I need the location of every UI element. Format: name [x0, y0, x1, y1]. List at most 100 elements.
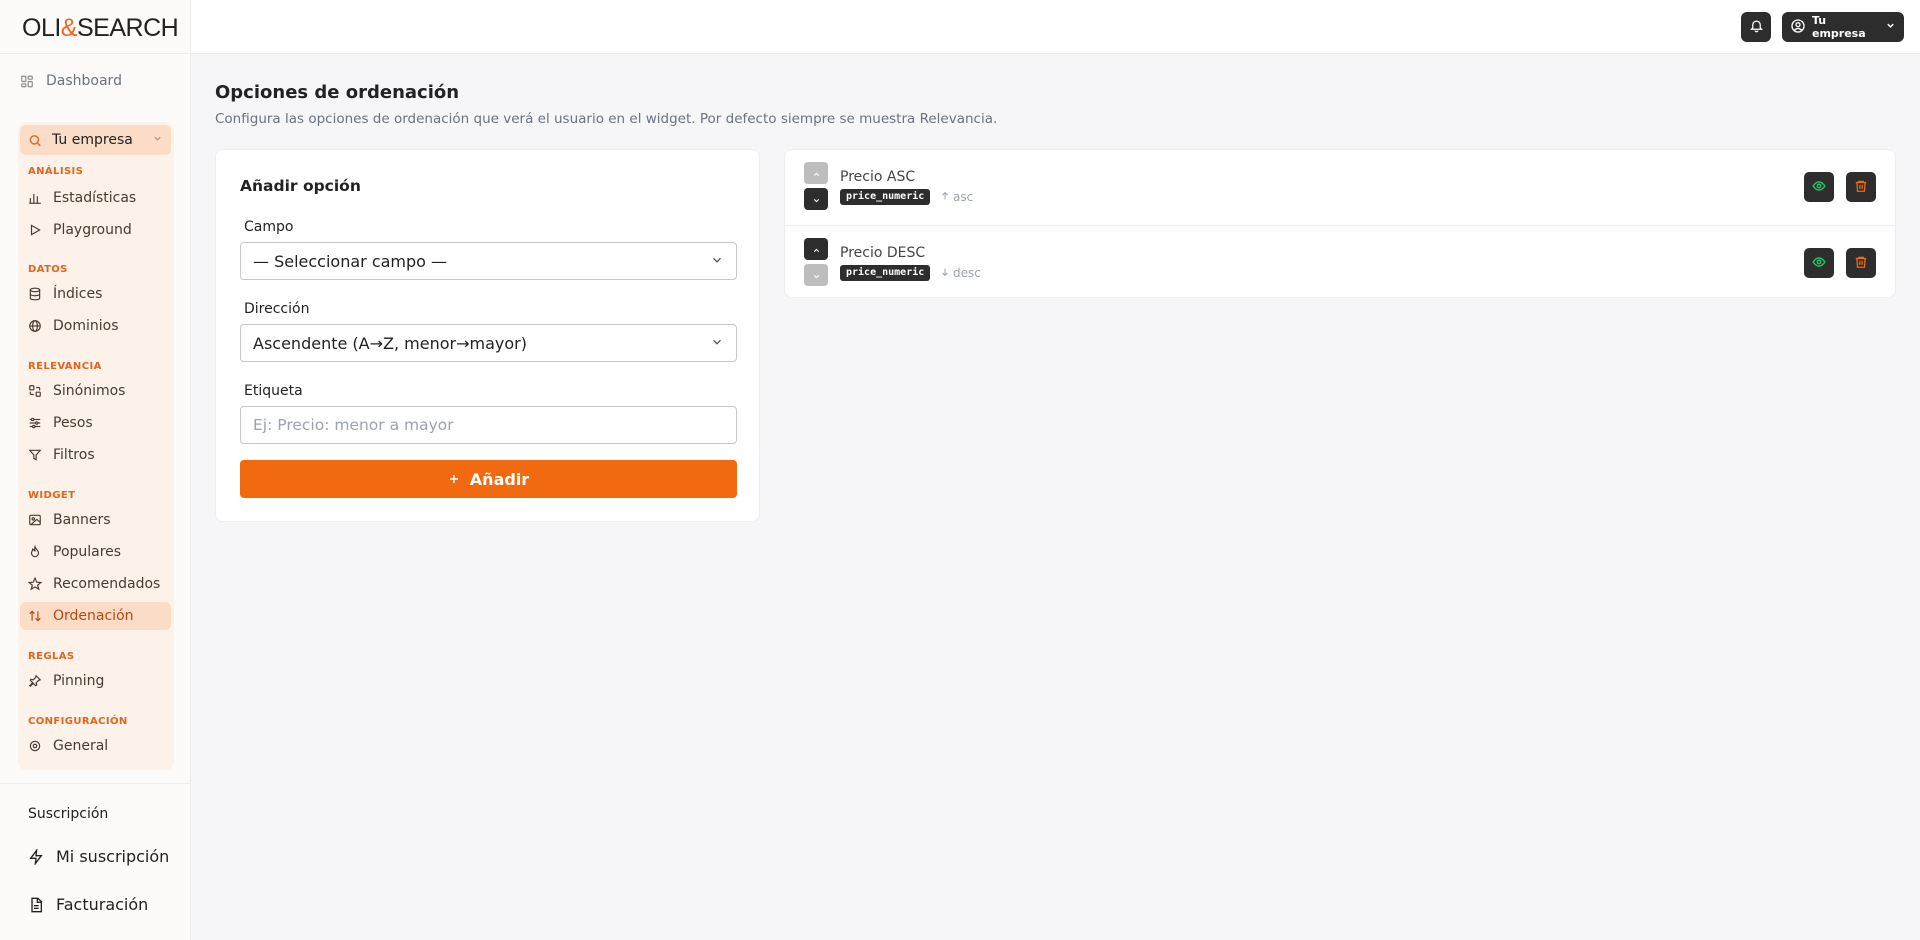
add-option-button-label: Añadir [469, 469, 530, 489]
direction-indicator: asc [940, 190, 973, 204]
sort-options-list: Precio ASC price_numeric asc Precio DESC… [784, 149, 1896, 298]
flame-icon [28, 545, 42, 559]
direction-label: Dirección [244, 301, 310, 317]
sidebar-item-pesos[interactable]: Pesos [20, 409, 171, 437]
sidebar-item-pinning[interactable]: Pinning [20, 667, 171, 695]
chevron-up-icon [812, 164, 821, 183]
delete-button[interactable] [1846, 248, 1876, 278]
sidebar-item-label: General [53, 738, 109, 754]
delete-button[interactable] [1846, 172, 1876, 202]
sliders-icon [28, 416, 42, 430]
chevron-down-icon [710, 252, 724, 271]
logo-text-amp: & [60, 14, 78, 42]
trash-icon [1854, 254, 1868, 273]
sidebar-item-label: Sinónimos [53, 383, 126, 399]
account-menu-button[interactable]: Tu empresa [1782, 12, 1904, 42]
add-option-title: Añadir opción [240, 177, 361, 195]
notifications-button[interactable] [1741, 12, 1771, 42]
direction-select[interactable]: Ascendente (A→Z, menor→mayor) [240, 324, 737, 362]
company-name: Tu empresa [52, 132, 133, 148]
sidebar-item-dashboard[interactable]: Dashboard [20, 73, 122, 89]
add-option-button[interactable]: Añadir [240, 460, 737, 498]
sidebar-item-label: Mi suscripción [56, 847, 170, 866]
sidebar-item-populares[interactable]: Populares [20, 538, 171, 566]
sidebar-item-label: Estadísticas [53, 190, 137, 206]
field-tag: price_numeric [840, 265, 931, 281]
database-icon [28, 287, 42, 301]
sidebar-item-playground[interactable]: Playground [20, 216, 171, 244]
chevron-down-icon [812, 190, 821, 209]
move-up-button[interactable] [804, 238, 828, 260]
toggle-visibility-button[interactable] [1804, 172, 1834, 202]
tag-input-placeholder: Ej: Precio: menor a mayor [253, 416, 454, 434]
option-label: Precio ASC [840, 169, 916, 185]
sidebar-item-recomendados[interactable]: Recomendados [20, 570, 171, 598]
section-analisis: ANÁLISIS [28, 166, 84, 177]
direction-select-value: Ascendente (A→Z, menor→mayor) [253, 333, 527, 353]
sidebar-item-facturacion[interactable]: Facturación [28, 895, 148, 914]
field-tag: price_numeric [840, 189, 931, 205]
invoice-icon [28, 897, 44, 913]
page-description: Configura las opciones de ordenación que… [215, 111, 998, 127]
sidebar-item-sinonimos[interactable]: Sinónimos [20, 377, 171, 405]
field-label: Campo [244, 219, 294, 235]
gear-icon [28, 739, 42, 753]
section-datos: DATOS [28, 264, 68, 275]
section-relevancia: RELEVANCIA [28, 361, 102, 372]
sidebar-item-mi-suscripcion[interactable]: Mi suscripción [28, 847, 169, 866]
page-title: Opciones de ordenación [215, 82, 460, 103]
tag-label: Etiqueta [244, 383, 303, 399]
sidebar-item-dominios[interactable]: Dominios [20, 312, 171, 340]
sidebar-item-label: Índices [53, 286, 103, 302]
sidebar-item-label: Playground [53, 222, 132, 238]
bar-chart-icon [28, 191, 42, 205]
sidebar-item-label: Populares [53, 544, 122, 560]
logo[interactable]: OLI&SEARCH [22, 14, 179, 42]
sidebar-item-general[interactable]: General [20, 732, 171, 760]
topbar [191, 0, 1920, 54]
sidebar-item-label: Filtros [53, 447, 95, 463]
direction-indicator: desc [940, 266, 981, 280]
company-selector[interactable]: Tu empresa [20, 125, 171, 155]
toggle-visibility-button[interactable] [1804, 248, 1834, 278]
sidebar-item-banners[interactable]: Banners [20, 506, 171, 534]
section-reglas: REGLAS [28, 651, 75, 662]
bell-icon [1749, 18, 1764, 37]
option-label: Precio DESC [840, 245, 926, 261]
sidebar-item-label: Dashboard [46, 73, 122, 89]
move-up-button[interactable] [804, 162, 828, 184]
sidebar-item-filtros[interactable]: Filtros [20, 441, 171, 469]
add-option-card: Añadir opción Campo — Seleccionar campo … [215, 149, 760, 522]
field-select[interactable]: — Seleccionar campo — [240, 242, 737, 280]
sidebar-item-indices[interactable]: Índices [20, 280, 171, 308]
sidebar: OLI&SEARCH Dashboard Tu empresa ANÁLISIS… [0, 0, 191, 940]
logo-area: OLI&SEARCH [0, 0, 190, 54]
move-down-button[interactable] [804, 264, 828, 286]
sidebar-item-label: Banners [53, 512, 111, 528]
field-select-value: — Seleccionar campo — [253, 251, 448, 271]
chevron-down-icon [152, 132, 163, 148]
chevron-up-icon [812, 240, 821, 259]
sidebar-divider [0, 783, 190, 784]
sort-icon [28, 609, 42, 623]
sidebar-item-ordenacion[interactable]: Ordenación [20, 602, 171, 630]
logo-text-post: SEARCH [76, 14, 179, 42]
chevron-down-icon [710, 334, 724, 353]
chevron-down-icon [1885, 20, 1896, 34]
sidebar-item-label: Facturación [56, 895, 149, 914]
swap-icon [28, 384, 42, 398]
filter-icon [28, 448, 42, 462]
section-widget: WIDGET [28, 490, 76, 501]
account-name: Tu empresa [1812, 14, 1866, 40]
sidebar-item-estadisticas[interactable]: Estadísticas [20, 184, 171, 212]
sidebar-item-label: Recomendados [53, 576, 161, 592]
arrow-down-icon [940, 266, 950, 280]
image-icon [28, 513, 42, 527]
sidebar-item-label: Pinning [53, 673, 105, 689]
dashboard-icon [20, 74, 34, 88]
plus-icon [448, 470, 460, 489]
tag-input[interactable]: Ej: Precio: menor a mayor [240, 406, 737, 444]
eye-icon [1812, 254, 1826, 273]
move-down-button[interactable] [804, 188, 828, 210]
eye-icon [1812, 178, 1826, 197]
